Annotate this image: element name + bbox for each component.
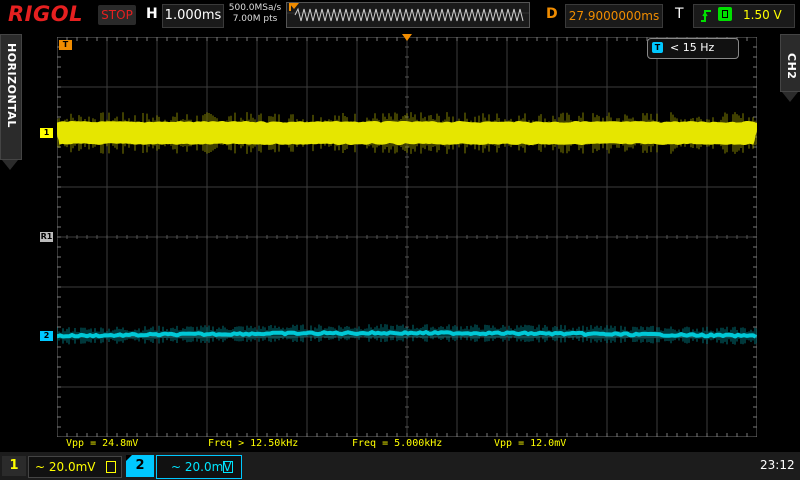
trace-core <box>49 121 764 145</box>
trigger-level-marker: T <box>59 40 72 50</box>
memory-overview-waveform <box>287 3 529 27</box>
filter-cutoff: < 15 Hz <box>670 41 715 54</box>
delay-label: D <box>546 6 558 22</box>
ch1-scale-value: ~ 20.0mV <box>35 460 96 474</box>
run-stop-status[interactable]: STOP <box>98 5 136 25</box>
ref-marker[interactable]: R1 <box>40 232 53 242</box>
ch2-menu-tab[interactable]: CH2 <box>780 34 800 92</box>
measurement-vpp-ch1: Vpp = 24.8mV <box>66 438 139 449</box>
trigger-source-icon <box>718 7 732 21</box>
graticule <box>49 36 764 438</box>
trigger-label: T <box>675 6 684 22</box>
ch1-bw-limit-icon <box>106 461 116 473</box>
horizontal-tab-label: HORIZONTAL <box>5 43 18 128</box>
filter-badge: T < 15 Hz <box>647 38 739 59</box>
acquisition-info: 500.0MSa/s 7.00M pts <box>228 3 282 25</box>
timebase-value[interactable]: 1.000ms <box>162 4 224 28</box>
ch1-button[interactable]: 1 <box>2 456 26 476</box>
memory-position-marker-icon <box>289 3 299 9</box>
measurement-freq-ch2: Freq = 5.000kHz <box>352 438 443 449</box>
horizontal-menu-tab[interactable]: HORIZONTAL <box>0 34 22 160</box>
waveform-display[interactable] <box>49 36 764 438</box>
trigger-edge-icon <box>700 8 712 22</box>
horizontal-label: H <box>146 6 158 22</box>
ch2-tab-label: CH2 <box>785 53 798 80</box>
memory-depth: 7.00M pts <box>232 14 278 24</box>
measurement-vpp-ch2: Vpp = 12.0mV <box>494 438 567 449</box>
left-tab-arrow-icon <box>2 160 18 170</box>
right-tab-arrow-icon <box>782 92 798 102</box>
ch2-offset-marker[interactable]: 2 <box>40 331 53 341</box>
ch2-tab-notch-icon <box>126 455 132 461</box>
filter-icon: T <box>652 42 663 53</box>
trigger-level: 1.50 V <box>743 8 782 22</box>
brand-logo: RIGOL <box>8 2 83 26</box>
trigger-position-marker-icon <box>402 34 412 41</box>
memory-overview[interactable] <box>286 2 530 28</box>
system-clock: 23:12 <box>760 458 795 472</box>
measurement-freq-ch1: Freq > 12.50kHz <box>208 438 299 449</box>
ch2-bw-limit-icon <box>223 461 233 473</box>
ch1-offset-marker[interactable]: 1 <box>40 128 53 138</box>
delay-value[interactable]: 27.9000000ms <box>565 4 663 28</box>
sample-rate: 500.0MSa/s <box>228 3 282 13</box>
ch2-scale[interactable]: ~ 20.0mV <box>156 455 242 479</box>
